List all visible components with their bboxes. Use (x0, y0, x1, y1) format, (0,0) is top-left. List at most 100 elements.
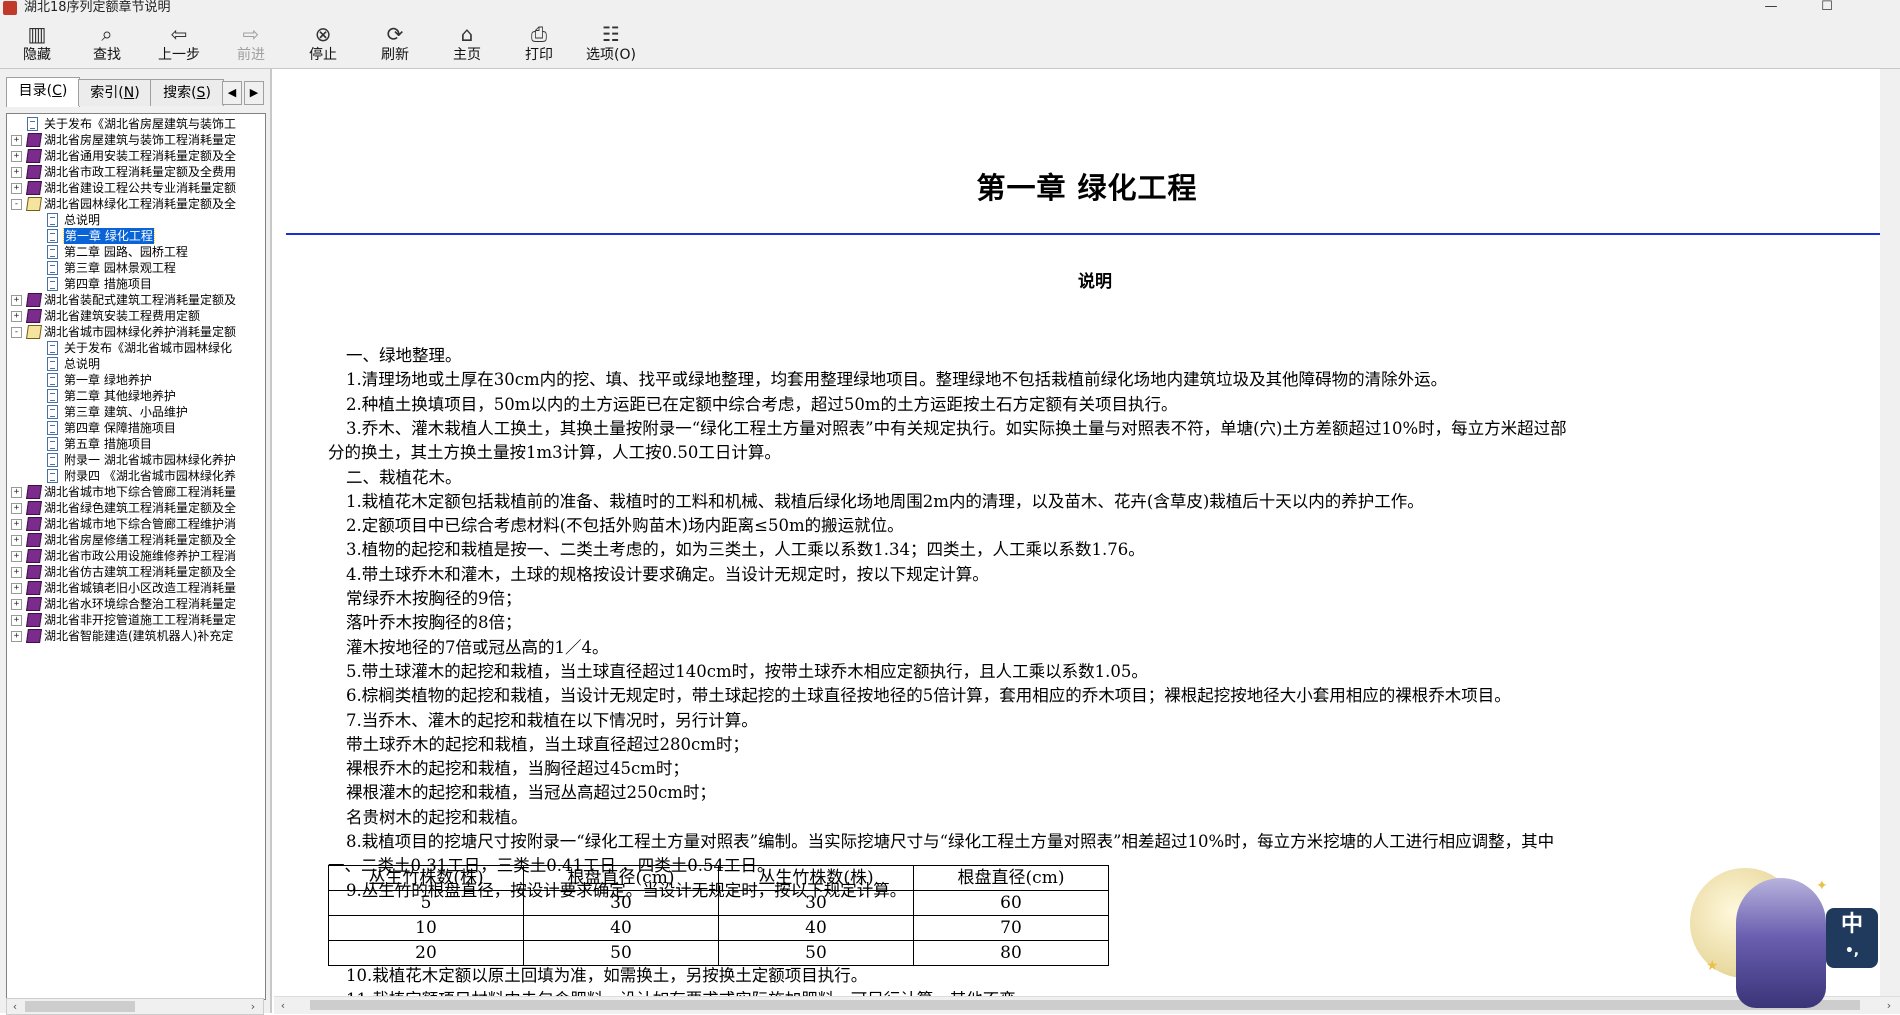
toolbar-button[interactable]: ⇦ 上一步 (146, 20, 212, 66)
tree-item[interactable]: + 湖北省市政工程消耗量定额及全费用 (7, 164, 265, 180)
tree-item[interactable]: 第二章 其他绿地养护 (7, 388, 265, 404)
expand-icon[interactable]: + (11, 551, 22, 562)
tree-item[interactable]: + 湖北省水环境综合整治工程消耗量定 (7, 596, 265, 612)
document-horizontal-scrollbar[interactable]: ‹ › (274, 996, 1900, 1014)
tree-item[interactable]: + 湖北省装配式建筑工程消耗量定额及 (7, 292, 265, 308)
expand-icon[interactable]: + (11, 583, 22, 594)
tree-scroll-thumb[interactable] (25, 1001, 135, 1012)
toolbar-button[interactable]: ⌕ 查找 (74, 20, 140, 66)
tree-item[interactable]: 附录一 湖北省城市园林绿化养护 (7, 452, 265, 468)
paragraph-line: 5.带土球灌木的起挖和栽植，当土球直径超过140cm时，按带土球乔木相应定额执行… (346, 662, 1148, 681)
table-cell: 40 (718, 915, 914, 941)
tree-item[interactable]: 关于发布《湖北省房屋建筑与装饰工 (7, 116, 265, 132)
tree-item-label: 第一章 绿地养护 (64, 373, 152, 387)
paragraph-line: 分的换土，其土方换土量按1m3计算，人工按0.50工日计算。 (328, 443, 781, 462)
document-view[interactable]: 第一章 绿化工程 说明 丛生竹株数(株) 根盘直径(cm) 丛生竹株数(株) 根盘直径… (274, 69, 1900, 996)
expand-icon[interactable]: + (11, 183, 22, 194)
tab-search[interactable]: 搜索(S) (150, 79, 224, 106)
table-row: 10 40 40 70 (328, 915, 1109, 941)
expand-icon[interactable]: + (11, 311, 22, 322)
toolbar-button[interactable]: ▥ 隐藏 (4, 20, 70, 66)
tree-horizontal-scrollbar[interactable]: ‹ › (6, 998, 264, 1015)
paragraph-line: 1.栽植花木定额包括栽植前的准备、栽植时的工料和机械、栽植后绿化场地周围2m内的… (346, 492, 1424, 511)
tree-item-label: 湖北省城市地下综合管廊工程维护消 (44, 517, 237, 531)
toolbar-button[interactable]: ⊗ 停止 (290, 20, 356, 66)
expand-icon[interactable]: + (11, 503, 22, 514)
doc-scroll-thumb[interactable] (310, 1000, 1860, 1010)
expand-icon[interactable]: + (11, 135, 22, 146)
tab-contents[interactable]: 目录(C) (6, 77, 80, 107)
expand-icon[interactable]: + (11, 615, 22, 626)
minimize-button[interactable]: — (1760, 0, 1782, 16)
expand-icon[interactable]: + (11, 167, 22, 178)
doc-scroll-left-arrow-icon[interactable]: ‹ (274, 997, 292, 1014)
tree-item[interactable]: + 湖北省绿色建筑工程消耗量定额及全 (7, 500, 265, 516)
nav-tabs: 目录(C) 索引(N) 搜索(S) ◀ ▶ (6, 77, 268, 107)
tree-item[interactable]: + 湖北省市政公用设施维修养护工程消 (7, 548, 265, 564)
toolbar-button[interactable]: ☷ 选项(O) (578, 20, 644, 66)
tree-item-label: 第四章 保障措施项目 (64, 421, 176, 435)
tree-item[interactable]: 总说明 (7, 212, 265, 228)
expand-icon[interactable]: + (11, 487, 22, 498)
expand-icon[interactable]: + (11, 631, 22, 642)
scroll-right-arrow-icon[interactable]: › (245, 999, 261, 1014)
tree-item[interactable]: + 湖北省建筑安装工程费用定额 (7, 308, 265, 324)
toolbar-button[interactable]: ⌂ 主页 (434, 20, 500, 66)
tree-item[interactable]: 总说明 (7, 356, 265, 372)
tree-item[interactable]: + 湖北省通用安装工程消耗量定额及全 (7, 148, 265, 164)
tab-scroll-right-button[interactable]: ▶ (244, 81, 264, 105)
tab-search-label: 搜索( (163, 85, 197, 101)
tree-item[interactable]: + 湖北省仿古建筑工程消耗量定额及全 (7, 564, 265, 580)
tree-item[interactable]: + 湖北省智能建造(建筑机器人)补充定 (7, 628, 265, 644)
tree-item[interactable]: + 湖北省房屋修缮工程消耗量定额及全 (7, 532, 265, 548)
page-icon (47, 405, 58, 419)
tree-item[interactable]: 第三章 建筑、小品维护 (7, 404, 265, 420)
tree-item[interactable]: 第一章 绿化工程 (7, 228, 265, 244)
collapse-icon[interactable]: - (11, 327, 22, 338)
tree-item[interactable]: 第五章 措施项目 (7, 436, 265, 452)
tab-index[interactable]: 索引(N) (78, 79, 152, 106)
tree-item[interactable]: 第四章 保障措施项目 (7, 420, 265, 436)
tree-item[interactable]: - 湖北省城市园林绿化养护消耗量定额 (7, 324, 265, 340)
tree-item[interactable]: + 湖北省非开挖管道施工工程消耗量定 (7, 612, 265, 628)
tree-item[interactable]: 关于发布《湖北省城市园林绿化 (7, 340, 265, 356)
page-icon (47, 373, 58, 387)
expand-icon[interactable]: + (11, 535, 22, 546)
tree-item[interactable]: + 湖北省城镇老旧小区改造工程消耗量 (7, 580, 265, 596)
toolbar-button[interactable]: ⇨ 前进 (218, 20, 284, 66)
toolbar-button[interactable]: ⟳ 刷新 (362, 20, 428, 66)
contents-tree[interactable]: 关于发布《湖北省房屋建筑与装饰工 + 湖北省房屋建筑与装饰工程消耗量定 + 湖北省通用安… (6, 113, 266, 1000)
tree-item[interactable]: 附录四 《湖北省城市园林绿化养 (7, 468, 265, 484)
paragraph-line: 落叶乔木按胸径的8倍； (346, 613, 522, 632)
expand-icon[interactable]: + (11, 295, 22, 306)
tree-item[interactable]: + 湖北省房屋建筑与装饰工程消耗量定 (7, 132, 265, 148)
tree-item[interactable]: + 湖北省城市地下综合管廊工程消耗量 (7, 484, 265, 500)
ime-mascot-widget[interactable]: ★ ✦ 中 •, (1676, 858, 1886, 1013)
options-icon: ☷ (602, 22, 620, 46)
tree-item-label: 总说明 (64, 213, 101, 227)
maximize-button[interactable]: ☐ (1816, 0, 1838, 16)
expand-icon[interactable]: + (11, 599, 22, 610)
tree-item[interactable]: + 湖北省城市地下综合管廊工程维护消 (7, 516, 265, 532)
tree-item-label: 湖北省建筑安装工程费用定额 (44, 309, 201, 323)
tree-item[interactable]: - 湖北省园林绿化工程消耗量定额及全 (7, 196, 265, 212)
tab-scroll-left-button[interactable]: ◀ (222, 81, 242, 105)
tree-item-label: 第二章 其他绿地养护 (64, 389, 176, 403)
document-vertical-scrollbar[interactable] (1880, 69, 1900, 996)
stop-icon: ⊗ (314, 22, 332, 46)
tree-item-label: 湖北省绿色建筑工程消耗量定额及全 (44, 501, 237, 515)
tree-item[interactable]: 第四章 措施项目 (7, 276, 265, 292)
tree-item[interactable]: 第一章 绿地养护 (7, 372, 265, 388)
tree-item-label: 湖北省建设工程公共专业消耗量定额 (44, 181, 237, 195)
expand-icon[interactable]: + (11, 519, 22, 530)
tree-item[interactable]: + 湖北省建设工程公共专业消耗量定额 (7, 180, 265, 196)
book-icon (26, 565, 42, 579)
expand-icon[interactable]: + (11, 151, 22, 162)
ime-language-badge[interactable]: 中 •, (1826, 908, 1878, 968)
tree-item[interactable]: 第二章 园路、园桥工程 (7, 244, 265, 260)
collapse-icon[interactable]: - (11, 199, 22, 210)
tree-item[interactable]: 第三章 园林景观工程 (7, 260, 265, 276)
scroll-left-arrow-icon[interactable]: ‹ (7, 999, 23, 1014)
toolbar-button[interactable]: ⎙ 打印 (506, 20, 572, 66)
expand-icon[interactable]: + (11, 567, 22, 578)
